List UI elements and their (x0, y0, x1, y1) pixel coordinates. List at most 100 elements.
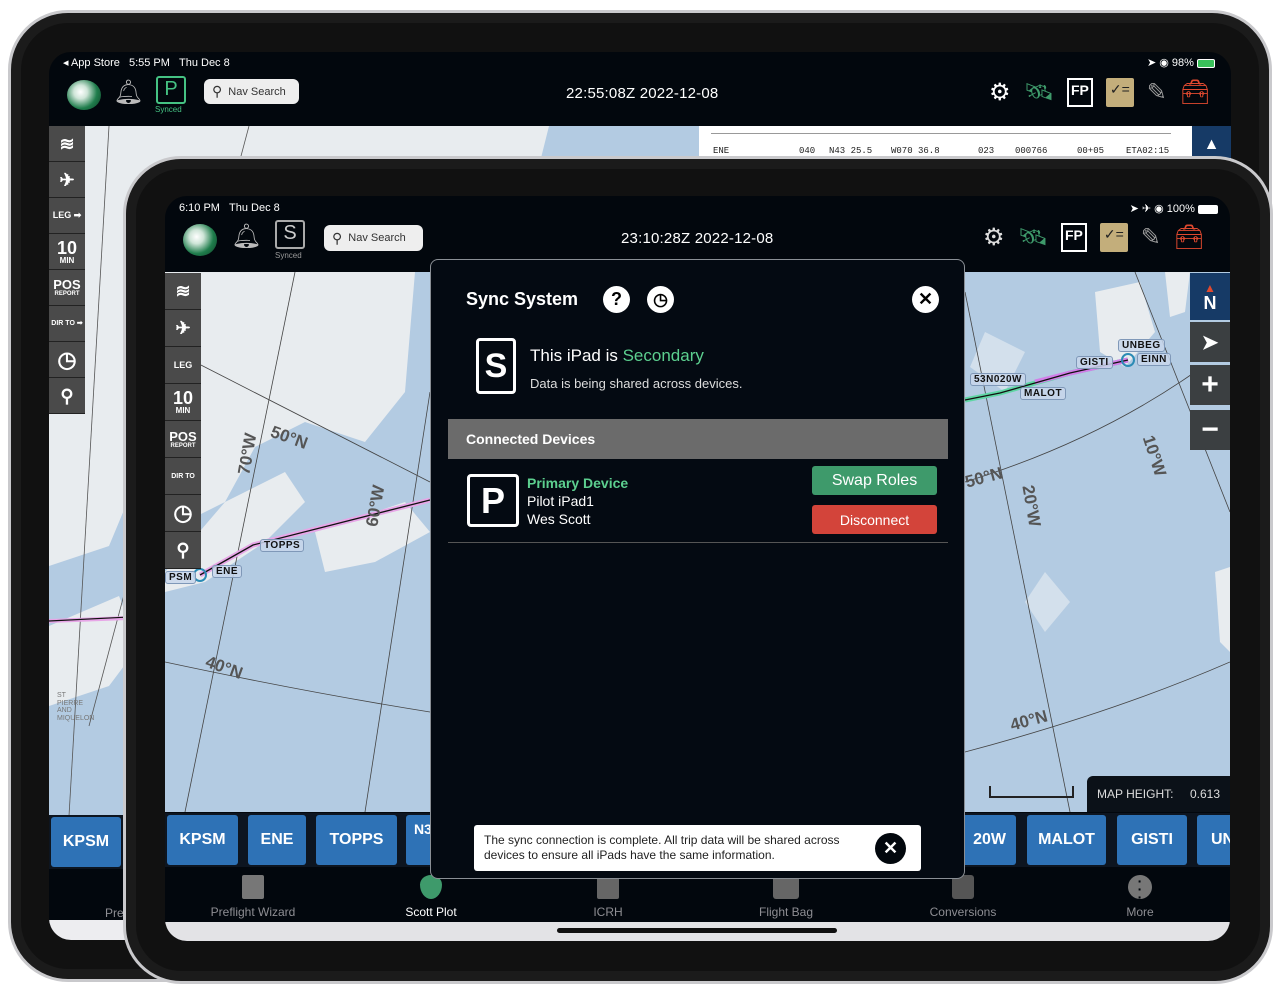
map-label-topps[interactable]: TOPPS (260, 539, 305, 552)
sync-complete-toast: The sync connection is complete. All tri… (474, 825, 921, 871)
dir-to-button[interactable]: DIR TO ➡ (49, 306, 85, 342)
tab-preflight-partial[interactable]: Pre (105, 906, 124, 920)
pencil-icon[interactable]: ✎ (1147, 78, 1167, 107)
sync-system-modal: Sync System ? ◷ ✕ S This iPad is Seconda… (430, 259, 965, 879)
pin-icon[interactable]: ⚲ (165, 532, 201, 569)
sync-status-label: Synced (275, 251, 302, 260)
leg-button[interactable]: LEG (165, 347, 201, 384)
disconnect-button[interactable]: Disconnect (812, 505, 937, 534)
satellite-icon[interactable]: 🛰︎ (1018, 223, 1048, 252)
toolbox-icon[interactable]: 🧰︎ (1180, 78, 1210, 107)
sync-history-button[interactable]: ◷ (647, 286, 674, 313)
clock-icon[interactable]: ◷ (49, 342, 85, 378)
map-scale-bar (989, 786, 1074, 798)
flight-log-panel: ENE 040 N43 25.5 W070 36.8 023 000766 00… (699, 126, 1192, 158)
role-description: Data is being shared across devices. (530, 376, 743, 391)
status-date: Thu Dec 8 (178, 57, 230, 69)
checklist-icon[interactable]: ✓= (1099, 223, 1128, 252)
waypoint-topps[interactable]: TOPPS (316, 815, 397, 865)
tab-scott-plot[interactable]: Scott Plot (356, 875, 506, 919)
north-up-button[interactable]: ▲ (1192, 126, 1231, 158)
app-logo[interactable] (183, 224, 217, 256)
waypoint-kpsm[interactable]: KPSM (167, 815, 238, 865)
waypoint-gisti[interactable]: GISTI (1117, 815, 1187, 865)
status-time: 5:55 PM (128, 57, 170, 69)
close-button[interactable]: ✕ (912, 286, 939, 313)
zoom-out-button[interactable]: − (1190, 410, 1230, 450)
status-battery: ➤ ◉ 98% (1147, 56, 1215, 69)
toast-close-button[interactable]: ✕ (875, 833, 906, 864)
ten-min-button[interactable]: 10 MIN (165, 384, 201, 421)
tab-flight-bag[interactable]: Flight Bag (711, 875, 861, 919)
map-label-gisti[interactable]: GISTI (1076, 356, 1113, 369)
status-date: Thu Dec 8 (229, 202, 280, 214)
nav-search-button[interactable]: ⚲ Nav Search (324, 225, 423, 251)
leg-button[interactable]: LEG ➡ (49, 198, 85, 234)
primary-device-icon: P (467, 474, 519, 527)
pin-icon[interactable]: ⚲ (49, 378, 85, 414)
back-map-sidebar: ≋ ✈ LEG ➡ 10 MIN POS REPORT DIR TO ➡ ◷ ⚲ (49, 126, 85, 414)
secondary-ipad-icon: S (476, 338, 516, 394)
traffic-button[interactable]: ✈ (49, 162, 85, 198)
traffic-button[interactable]: ✈ (165, 310, 201, 347)
swap-roles-button[interactable]: Swap Roles (812, 466, 937, 495)
map-label-unbeg[interactable]: UNBEG (1118, 339, 1165, 352)
flight-plan-icon[interactable]: FP (1060, 223, 1087, 252)
device-row: P Primary Device Pilot iPad1 Wes Scott S… (448, 460, 948, 543)
device-name: Pilot iPad1 (527, 493, 594, 509)
north-up-button[interactable]: ▲ N (1190, 273, 1230, 320)
satellite-icon[interactable]: 🛰︎ (1024, 78, 1054, 107)
device-role: Primary Device (527, 475, 629, 491)
zoom-in-button[interactable]: + (1190, 365, 1230, 405)
toolbox-icon[interactable]: 🧰︎ (1174, 223, 1204, 252)
search-icon: ⚲ (212, 83, 223, 99)
sync-status-button[interactable]: P (156, 76, 186, 104)
waypoint-kpsm[interactable]: KPSM (51, 817, 121, 867)
waypoint-unbeg[interactable]: UN (1197, 815, 1230, 865)
layers-button[interactable]: ≋ (165, 273, 201, 310)
wizard-icon (242, 875, 264, 899)
role-heading: This iPad is Secondary (530, 346, 704, 365)
settings-gear-icon[interactable]: ⚙ (983, 223, 1005, 252)
checklist-icon[interactable]: ✓= (1105, 78, 1134, 107)
help-button[interactable]: ? (603, 286, 630, 313)
tab-conversions[interactable]: Conversions (888, 875, 1038, 919)
more-icon: · · · (1128, 874, 1152, 904)
modal-title: Sync System (466, 289, 579, 309)
pencil-icon[interactable]: ✎ (1141, 223, 1161, 252)
clock-icon[interactable]: ◷ (165, 495, 201, 532)
home-indicator[interactable] (557, 928, 837, 933)
status-battery: ➤ ✈ ◉ 100% (1130, 202, 1218, 215)
pos-report-button[interactable]: POS REPORT (165, 421, 201, 458)
st-pierre-label: ST PIERRE AND MIQUELON (57, 692, 95, 723)
map-label-ene[interactable]: ENE (212, 565, 243, 578)
dir-to-button[interactable]: DIR TO (165, 458, 201, 495)
map-label-malot[interactable]: MALOT (1020, 387, 1067, 400)
back-to-app-store[interactable]: ◂ App Store (63, 57, 120, 69)
map-label-psm[interactable]: PSM (165, 571, 197, 584)
pos-report-button[interactable]: POS REPORT (49, 270, 85, 306)
waypoint-ene[interactable]: ENE (248, 815, 306, 865)
bell-icon[interactable]: 🔔︎ (231, 222, 261, 251)
tab-preflight-wizard[interactable]: Preflight Wizard (178, 875, 328, 919)
center-location-button[interactable]: ➤ (1190, 322, 1230, 362)
sync-status-button[interactable]: S (275, 220, 305, 249)
app-logo[interactable] (67, 80, 101, 110)
sync-status-label: Synced (155, 105, 182, 114)
tab-icrh[interactable]: ICRH (533, 875, 683, 919)
waypoint-malot[interactable]: MALOT (1027, 815, 1106, 865)
bell-icon[interactable]: 🔔︎ (113, 78, 143, 107)
settings-gear-icon[interactable]: ⚙ (989, 78, 1011, 107)
map-label-einn[interactable]: EINN (1137, 353, 1171, 366)
map-height-readout: MAP HEIGHT: 0.613 (1087, 776, 1230, 812)
front-map-sidebar: ≋ ✈ LEG 10 MIN POS REPORT DIR TO ◷ ⚲ (165, 273, 201, 569)
tab-more[interactable]: · · · More (1065, 874, 1215, 919)
device-user: Wes Scott (527, 511, 591, 527)
ten-min-button[interactable]: 10 MIN (49, 234, 85, 270)
map-label-53n020w[interactable]: 53N020W (970, 373, 1026, 386)
nav-search-button[interactable]: ⚲ Nav Search (204, 79, 299, 104)
utc-clock: 22:55:08Z 2022-12-08 (566, 85, 719, 102)
flight-plan-icon[interactable]: FP (1066, 78, 1093, 107)
layers-button[interactable]: ≋ (49, 126, 85, 162)
role-value: Secondary (622, 346, 704, 365)
